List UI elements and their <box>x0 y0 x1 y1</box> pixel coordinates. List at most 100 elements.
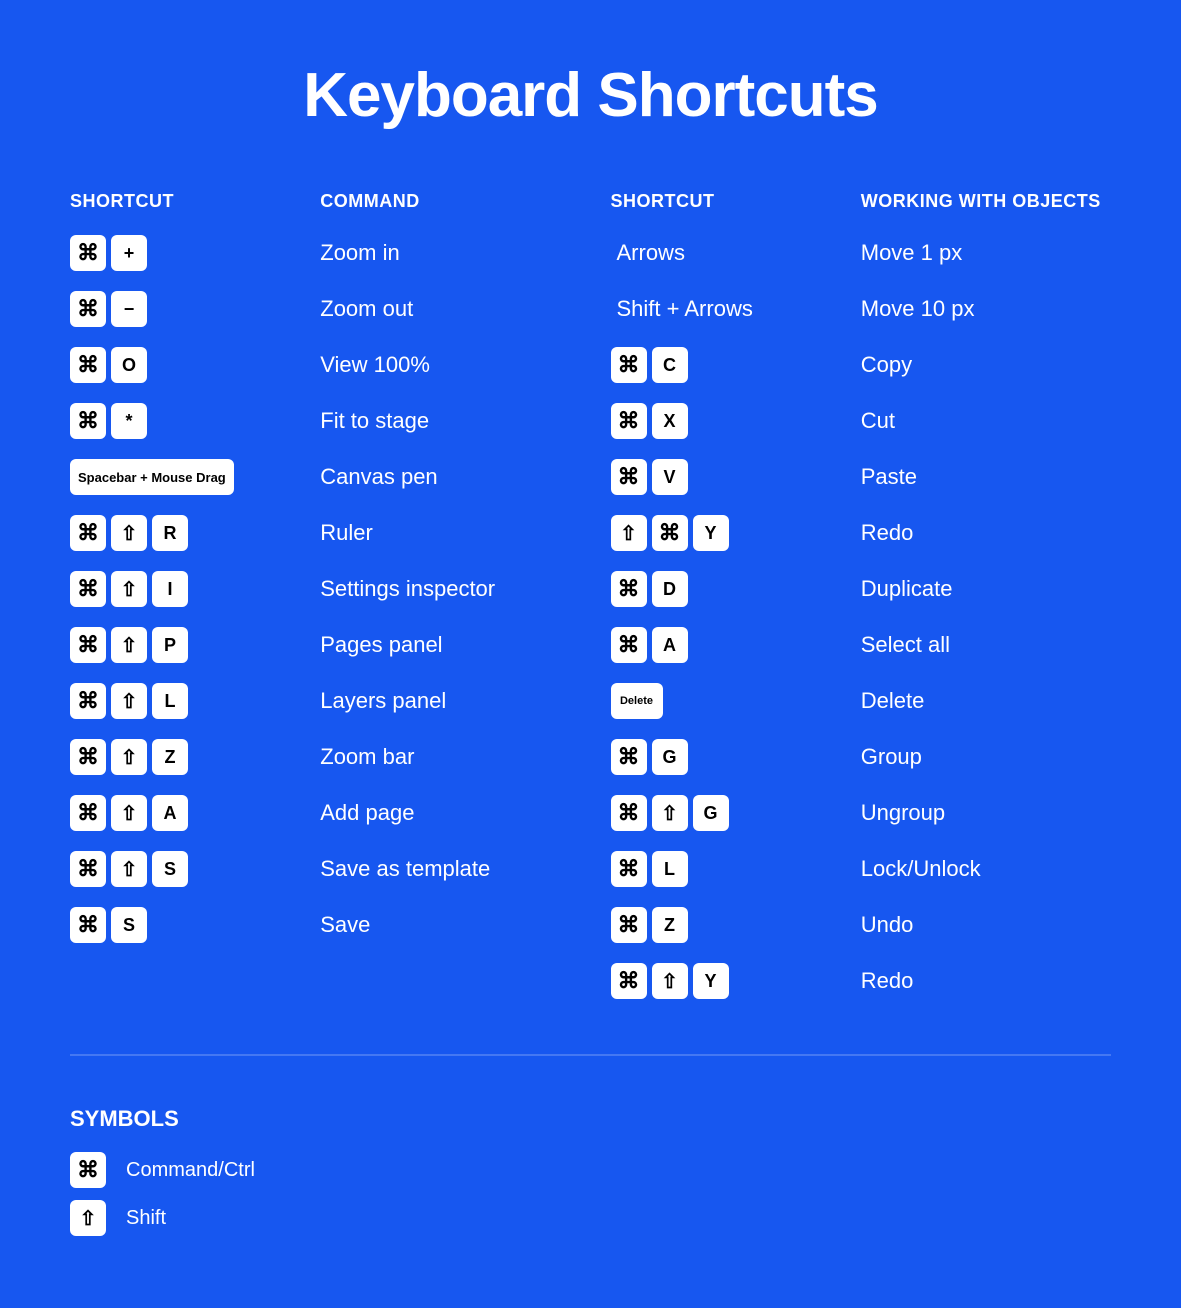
key-combo: ⌘⇧A <box>70 795 320 831</box>
table-row: ⌘GGroup <box>611 734 1112 780</box>
table-row: ⌘S Save <box>70 902 571 948</box>
cmd-key: ⌘ <box>611 851 647 887</box>
right-shortcuts-list: Arrows Move 1 px Shift + Arrows Move 10 px ⌘… <box>611 230 1112 1004</box>
cmd-key: ⌘ <box>611 627 647 663</box>
symbol-label: Shift <box>126 1207 166 1230</box>
key-combo: ⌘Z <box>611 907 861 943</box>
command-label: Save <box>320 912 570 938</box>
left-column: SHORTCUT COMMAND ⌘+Zoom in⌘−Zoom out⌘OVi… <box>70 191 571 1014</box>
cmd-key: ⌘ <box>70 403 106 439</box>
main-grid: SHORTCUT COMMAND ⌘+Zoom in⌘−Zoom out⌘OVi… <box>70 191 1111 1014</box>
letter-key: Z <box>152 739 188 775</box>
command-label: Ruler <box>320 520 570 546</box>
table-row: Shift + Arrows Move 10 px <box>611 286 1112 332</box>
letter-key: O <box>111 347 147 383</box>
table-row: Spacebar + Mouse DragCanvas pen <box>70 454 571 500</box>
plain-key: Arrows <box>611 235 691 271</box>
table-row: ⌘ZUndo <box>611 902 1112 948</box>
letter-key: A <box>152 795 188 831</box>
cmd-key: ⌘ <box>70 795 106 831</box>
letter-key: Y <box>693 515 729 551</box>
symbols-section: SYMBOLS ⌘Command/Ctrl⇧Shift <box>70 1106 1111 1236</box>
cmd-key: ⌘ <box>70 627 106 663</box>
key-combo: ⌘L <box>611 851 861 887</box>
key-combo: Spacebar + Mouse Drag <box>70 459 320 495</box>
command-label: Move 1 px <box>861 240 1111 266</box>
key-combo: ⌘A <box>611 627 861 663</box>
command-label: Pages panel <box>320 632 570 658</box>
symbol-label: Command/Ctrl <box>126 1159 255 1182</box>
table-row: ⌘*Fit to stage <box>70 398 571 444</box>
command-label: Layers panel <box>320 688 570 714</box>
cmd-key: ⌘ <box>652 515 688 551</box>
command-label: Delete <box>861 688 1111 714</box>
cmd-key: ⌘ <box>70 347 106 383</box>
key-combo: ⇧⌘Y <box>611 515 861 551</box>
table-row: Delete Delete <box>611 678 1112 724</box>
key-combo: ⌘⇧R <box>70 515 320 551</box>
key-combo: ⌘⇧G <box>611 795 861 831</box>
command-label: Save as template <box>320 856 570 882</box>
letter-key: A <box>652 627 688 663</box>
table-row: ⇧⌘YRedo <box>611 510 1112 556</box>
cmd-key: ⌘ <box>70 907 106 943</box>
key-combo: ⌘⇧Z <box>70 739 320 775</box>
table-row: ⌘⇧RRuler <box>70 510 571 556</box>
table-row: ⌘⇧LLayers panel <box>70 678 571 724</box>
right-header-shortcut: SHORTCUT <box>611 191 861 212</box>
cmd-key: ⌘ <box>611 907 647 943</box>
command-label: View 100% <box>320 352 570 378</box>
shift-key: ⇧ <box>111 515 147 551</box>
plain-key: Shift + Arrows <box>611 291 759 327</box>
key-combo: ⌘* <box>70 403 320 439</box>
letter-key: Z <box>652 907 688 943</box>
cmd-key: ⌘ <box>70 515 106 551</box>
key-combo: Shift + Arrows <box>611 291 861 327</box>
table-row: ⌘O View 100% <box>70 342 571 388</box>
symbol-row: ⌘Command/Ctrl <box>70 1152 1111 1188</box>
table-row: ⌘VPaste <box>611 454 1112 500</box>
letter-key: S <box>111 907 147 943</box>
cmd-key: ⌘ <box>70 291 106 327</box>
cmd-key: ⌘ <box>70 851 106 887</box>
key-combo: ⌘V <box>611 459 861 495</box>
table-row: ⌘⇧ZZoom bar <box>70 734 571 780</box>
key-combo: ⌘X <box>611 403 861 439</box>
letter-key: + <box>111 235 147 271</box>
left-col-header: SHORTCUT COMMAND <box>70 191 571 212</box>
key-combo: ⌘⇧L <box>70 683 320 719</box>
shift-key: ⇧ <box>652 963 688 999</box>
command-label: Lock/Unlock <box>861 856 1111 882</box>
delete-key: Delete <box>611 683 663 719</box>
command-label: Undo <box>861 912 1111 938</box>
shift-key: ⇧ <box>111 795 147 831</box>
table-row: ⌘DDuplicate <box>611 566 1112 612</box>
key-combo: ⌘+ <box>70 235 320 271</box>
key-combo: ⌘⇧Y <box>611 963 861 999</box>
letter-key: V <box>652 459 688 495</box>
table-row: Arrows Move 1 px <box>611 230 1112 276</box>
key-combo: Arrows <box>611 235 861 271</box>
table-row: ⌘⇧GUngroup <box>611 790 1112 836</box>
letter-key: L <box>652 851 688 887</box>
letter-key: R <box>152 515 188 551</box>
key-combo: ⌘⇧P <box>70 627 320 663</box>
shift-key: ⇧ <box>70 1200 106 1236</box>
key-combo: ⌘⇧I <box>70 571 320 607</box>
left-header-command: COMMAND <box>320 191 570 212</box>
command-label: Zoom out <box>320 296 570 322</box>
letter-key: I <box>152 571 188 607</box>
shift-key: ⇧ <box>111 627 147 663</box>
command-label: Add page <box>320 800 570 826</box>
command-label: Duplicate <box>861 576 1111 602</box>
shift-key: ⇧ <box>111 851 147 887</box>
table-row: ⌘CCopy <box>611 342 1112 388</box>
right-col-header: SHORTCUT WORKING WITH OBJECTS <box>611 191 1112 212</box>
command-label: Redo <box>861 520 1111 546</box>
cmd-key: ⌘ <box>611 795 647 831</box>
right-header-working: WORKING WITH OBJECTS <box>861 191 1111 212</box>
shift-key: ⇧ <box>611 515 647 551</box>
command-label: Move 10 px <box>861 296 1111 322</box>
command-label: Zoom bar <box>320 744 570 770</box>
table-row: ⌘ASelect all <box>611 622 1112 668</box>
